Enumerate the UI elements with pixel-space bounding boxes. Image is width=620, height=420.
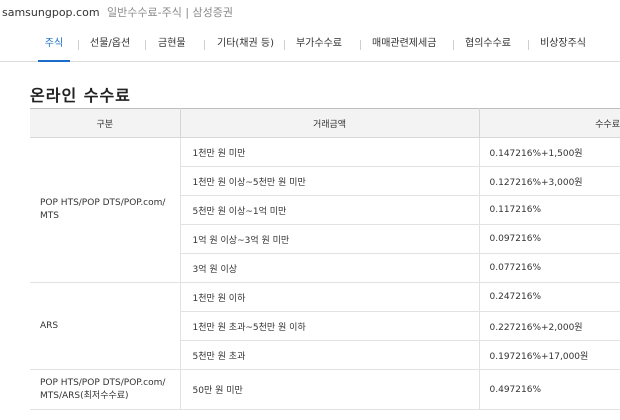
amount-cell: 1천만 원 초과~5천만 원 이하	[180, 311, 480, 341]
amount-cell: 5천만 원 초과	[180, 340, 480, 370]
fee-cell: 0.147216%+1,500원	[479, 137, 620, 167]
browser-title-bar: samsungpop.com 일반수수료-주식 | 삼성증권	[0, 0, 620, 26]
category-label: POP HTS/POP DTS/POP.com/	[40, 198, 166, 208]
online-fee-table: 구분 거래금액 수수료 POP HTS/POP DTS/POP.com/ MTS…	[30, 108, 620, 410]
category-cell: POP HTS/POP DTS/POP.com/ MTS	[30, 137, 181, 283]
fee-cell: 0.077216%	[479, 253, 620, 283]
tab-divider	[528, 40, 529, 50]
category-cell: POP HTS/POP DTS/POP.com/ MTS/ARS(최저수수료)	[30, 369, 181, 410]
fee-cell: 0.227216%+2,000원	[479, 311, 620, 341]
tab-transaction-taxes[interactable]: 매매관련제세금	[372, 28, 436, 62]
amount-cell: 1천만 원 미만	[180, 137, 480, 167]
amount-cell: 1천만 원 이하	[180, 282, 480, 312]
amount-cell: 3억 원 이상	[180, 253, 480, 283]
category-cell: ARS	[30, 282, 181, 370]
fee-cell: 0.497216%	[479, 369, 620, 410]
site-host: samsungpop.com	[2, 6, 100, 19]
tab-divider	[360, 40, 361, 50]
category-label: MTS	[40, 211, 59, 221]
category-label: POP HTS/POP DTS/POP.com/	[40, 377, 166, 388]
tab-divider	[145, 40, 146, 50]
table-row: POP HTS/POP DTS/POP.com/ MTS 1천만 원 미만 0.…	[30, 137, 620, 283]
amount-cell: 5천만 원 이상~1억 미만	[180, 195, 480, 225]
tab-divider	[204, 40, 205, 50]
column-header-fee: 수수료	[479, 108, 620, 138]
page-title: 온라인 수수료	[30, 86, 131, 105]
tab-others[interactable]: 기타(채권 등)	[217, 28, 274, 62]
tab-unlisted-stocks[interactable]: 비상장주식	[540, 28, 586, 62]
tab-divider	[78, 40, 79, 50]
category-label: ARS	[40, 320, 59, 331]
tab-negotiated-fees[interactable]: 협의수수료	[465, 28, 511, 62]
table-header-row: 구분 거래금액 수수료	[30, 108, 620, 138]
fee-cell: 0.197216%+17,000원	[479, 340, 620, 370]
amount-cell: 50만 원 미만	[180, 369, 480, 410]
tab-futures-options[interactable]: 선물/옵션	[90, 28, 130, 62]
column-header-amount: 거래금액	[180, 108, 480, 138]
column-header-category: 구분	[30, 108, 181, 138]
tab-gold[interactable]: 금현물	[158, 28, 186, 62]
fee-cell: 0.247216%	[479, 282, 620, 312]
page-path: 일반수수료-주식 | 삼성증권	[107, 6, 234, 19]
category-label: MTS/ARS(최저수수료)	[40, 390, 129, 401]
tab-divider	[453, 40, 454, 50]
fee-cell: 0.117216%	[479, 195, 620, 225]
fee-cell: 0.097216%	[479, 224, 620, 254]
tab-additional-fees[interactable]: 부가수수료	[296, 28, 342, 62]
fee-cell: 0.127216%+3,000원	[479, 166, 620, 196]
table-row: POP HTS/POP DTS/POP.com/ MTS/ARS(최저수수료) …	[30, 369, 620, 410]
tab-stock[interactable]: 주식	[38, 28, 70, 62]
fee-tabs: 주식 선물/옵션 금현물 기타(채권 등) 부가수수료 매매관련제세금 협의수수…	[0, 28, 620, 62]
table-row: ARS 1천만 원 이하 0.247216%	[30, 282, 620, 370]
amount-cell: 1천만 원 이상~5천만 원 미만	[180, 166, 480, 196]
tab-divider	[284, 40, 285, 50]
amount-cell: 1억 원 이상~3억 원 미만	[180, 224, 480, 254]
